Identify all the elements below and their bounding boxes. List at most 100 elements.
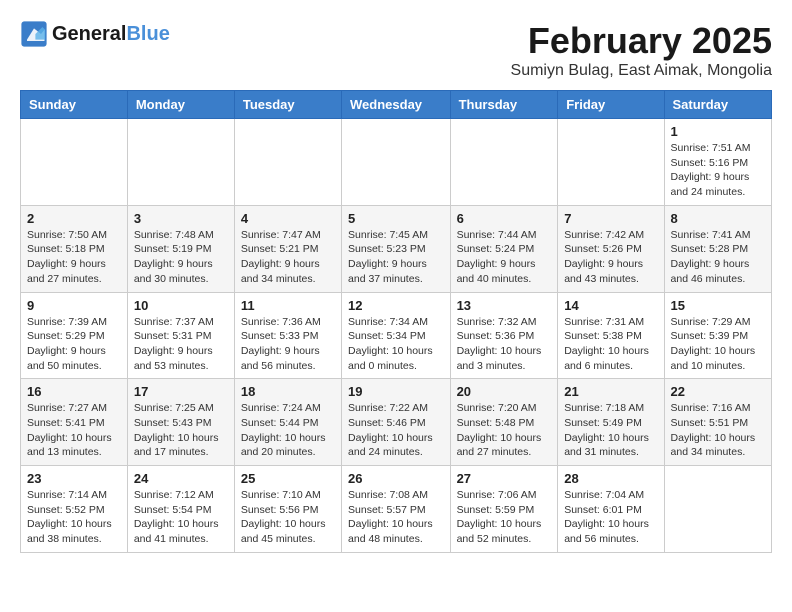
day-number: 1 <box>671 124 765 139</box>
day-cell: 9 Sunrise: 7:39 AM Sunset: 5:29 PM Daylig… <box>21 292 128 379</box>
logo-icon <box>20 20 48 48</box>
weekday-header-wednesday: Wednesday <box>342 91 451 119</box>
day-cell: 3 Sunrise: 7:48 AM Sunset: 5:19 PM Daylig… <box>127 205 234 292</box>
day-info: Sunrise: 7:04 AM Sunset: 6:01 PM Dayligh… <box>564 488 657 547</box>
day-cell: 4 Sunrise: 7:47 AM Sunset: 5:21 PM Daylig… <box>234 205 341 292</box>
day-info: Sunrise: 7:45 AM Sunset: 5:23 PM Dayligh… <box>348 228 444 287</box>
day-cell: 13Sunrise: 7:32 AM Sunset: 5:36 PM Dayli… <box>450 292 558 379</box>
day-number: 11 <box>241 298 335 313</box>
day-number: 7 <box>564 211 657 226</box>
day-cell: 1Sunrise: 7:51 AM Sunset: 5:16 PM Daylig… <box>664 119 771 206</box>
day-info: Sunrise: 7:16 AM Sunset: 5:51 PM Dayligh… <box>671 401 765 460</box>
day-cell: 18 Sunrise: 7:24 AM Sunset: 5:44 PM Dayli… <box>234 379 341 466</box>
day-cell: 24 Sunrise: 7:12 AM Sunset: 5:54 PM Dayli… <box>127 466 234 553</box>
day-info: Sunrise: 7:25 AM Sunset: 5:43 PM Dayligh… <box>134 401 228 460</box>
day-cell: 10 Sunrise: 7:37 AM Sunset: 5:31 PM Dayli… <box>127 292 234 379</box>
day-number: 25 <box>241 471 335 486</box>
day-info: Sunrise: 7:08 AM Sunset: 5:57 PM Dayligh… <box>348 488 444 547</box>
day-cell: 15 Sunrise: 7:29 AM Sunset: 5:39 PM Dayli… <box>664 292 771 379</box>
logo: GeneralBlue <box>20 20 170 48</box>
day-number: 16 <box>27 384 121 399</box>
logo-text: GeneralBlue <box>52 23 170 45</box>
day-number: 10 <box>134 298 228 313</box>
week-row-2: 2 Sunrise: 7:50 AM Sunset: 5:18 PM Daylig… <box>21 205 772 292</box>
day-info: Sunrise: 7:39 AM Sunset: 5:29 PM Dayligh… <box>27 315 121 374</box>
day-cell: 28Sunrise: 7:04 AM Sunset: 6:01 PM Dayli… <box>558 466 664 553</box>
day-cell: 11Sunrise: 7:36 AM Sunset: 5:33 PM Dayli… <box>234 292 341 379</box>
day-cell: 16 Sunrise: 7:27 AM Sunset: 5:41 PM Dayli… <box>21 379 128 466</box>
day-number: 15 <box>671 298 765 313</box>
day-number: 13 <box>457 298 552 313</box>
weekday-header-sunday: Sunday <box>21 91 128 119</box>
day-number: 24 <box>134 471 228 486</box>
day-info: Sunrise: 7:44 AM Sunset: 5:24 PM Dayligh… <box>457 228 552 287</box>
day-info: Sunrise: 7:42 AM Sunset: 5:26 PM Dayligh… <box>564 228 657 287</box>
day-cell: 14 Sunrise: 7:31 AM Sunset: 5:38 PM Dayli… <box>558 292 664 379</box>
day-number: 2 <box>27 211 121 226</box>
day-cell: 12Sunrise: 7:34 AM Sunset: 5:34 PM Dayli… <box>342 292 451 379</box>
day-number: 17 <box>134 384 228 399</box>
day-info: Sunrise: 7:29 AM Sunset: 5:39 PM Dayligh… <box>671 315 765 374</box>
day-number: 3 <box>134 211 228 226</box>
day-info: Sunrise: 7:12 AM Sunset: 5:54 PM Dayligh… <box>134 488 228 547</box>
day-number: 5 <box>348 211 444 226</box>
day-cell <box>664 466 771 553</box>
calendar-table: SundayMondayTuesdayWednesdayThursdayFrid… <box>20 90 772 553</box>
day-info: Sunrise: 7:22 AM Sunset: 5:46 PM Dayligh… <box>348 401 444 460</box>
weekday-header-saturday: Saturday <box>664 91 771 119</box>
day-info: Sunrise: 7:14 AM Sunset: 5:52 PM Dayligh… <box>27 488 121 547</box>
day-number: 4 <box>241 211 335 226</box>
day-number: 20 <box>457 384 552 399</box>
day-info: Sunrise: 7:27 AM Sunset: 5:41 PM Dayligh… <box>27 401 121 460</box>
day-cell: 23 Sunrise: 7:14 AM Sunset: 5:52 PM Dayli… <box>21 466 128 553</box>
day-number: 9 <box>27 298 121 313</box>
day-cell: 7 Sunrise: 7:42 AM Sunset: 5:26 PM Daylig… <box>558 205 664 292</box>
day-cell: 27 Sunrise: 7:06 AM Sunset: 5:59 PM Dayli… <box>450 466 558 553</box>
day-cell: 19 Sunrise: 7:22 AM Sunset: 5:46 PM Dayli… <box>342 379 451 466</box>
day-number: 6 <box>457 211 552 226</box>
title-block: February 2025 Sumiyn Bulag, East Aimak, … <box>511 20 772 80</box>
day-cell: 21 Sunrise: 7:18 AM Sunset: 5:49 PM Dayli… <box>558 379 664 466</box>
day-cell: 26 Sunrise: 7:08 AM Sunset: 5:57 PM Dayli… <box>342 466 451 553</box>
day-number: 21 <box>564 384 657 399</box>
weekday-header-friday: Friday <box>558 91 664 119</box>
header: GeneralBlue February 2025 Sumiyn Bulag, … <box>20 20 772 80</box>
day-number: 26 <box>348 471 444 486</box>
day-info: Sunrise: 7:41 AM Sunset: 5:28 PM Dayligh… <box>671 228 765 287</box>
day-cell: 5 Sunrise: 7:45 AM Sunset: 5:23 PM Daylig… <box>342 205 451 292</box>
day-info: Sunrise: 7:18 AM Sunset: 5:49 PM Dayligh… <box>564 401 657 460</box>
day-number: 18 <box>241 384 335 399</box>
day-number: 8 <box>671 211 765 226</box>
week-row-4: 16 Sunrise: 7:27 AM Sunset: 5:41 PM Dayli… <box>21 379 772 466</box>
day-info: Sunrise: 7:31 AM Sunset: 5:38 PM Dayligh… <box>564 315 657 374</box>
day-cell: 22 Sunrise: 7:16 AM Sunset: 5:51 PM Dayli… <box>664 379 771 466</box>
day-cell: 6 Sunrise: 7:44 AM Sunset: 5:24 PM Daylig… <box>450 205 558 292</box>
day-info: Sunrise: 7:37 AM Sunset: 5:31 PM Dayligh… <box>134 315 228 374</box>
day-cell: 8 Sunrise: 7:41 AM Sunset: 5:28 PM Daylig… <box>664 205 771 292</box>
day-number: 14 <box>564 298 657 313</box>
day-number: 27 <box>457 471 552 486</box>
week-row-3: 9 Sunrise: 7:39 AM Sunset: 5:29 PM Daylig… <box>21 292 772 379</box>
day-info: Sunrise: 7:20 AM Sunset: 5:48 PM Dayligh… <box>457 401 552 460</box>
location-title: Sumiyn Bulag, East Aimak, Mongolia <box>511 62 772 80</box>
weekday-header-thursday: Thursday <box>450 91 558 119</box>
day-info: Sunrise: 7:10 AM Sunset: 5:56 PM Dayligh… <box>241 488 335 547</box>
day-info: Sunrise: 7:47 AM Sunset: 5:21 PM Dayligh… <box>241 228 335 287</box>
day-number: 23 <box>27 471 121 486</box>
weekday-header-row: SundayMondayTuesdayWednesdayThursdayFrid… <box>21 91 772 119</box>
day-cell <box>450 119 558 206</box>
day-cell: 25 Sunrise: 7:10 AM Sunset: 5:56 PM Dayli… <box>234 466 341 553</box>
day-cell <box>127 119 234 206</box>
day-number: 12 <box>348 298 444 313</box>
day-cell <box>342 119 451 206</box>
day-info: Sunrise: 7:06 AM Sunset: 5:59 PM Dayligh… <box>457 488 552 547</box>
day-cell <box>21 119 128 206</box>
day-number: 19 <box>348 384 444 399</box>
weekday-header-tuesday: Tuesday <box>234 91 341 119</box>
day-number: 22 <box>671 384 765 399</box>
day-info: Sunrise: 7:50 AM Sunset: 5:18 PM Dayligh… <box>27 228 121 287</box>
day-cell: 20 Sunrise: 7:20 AM Sunset: 5:48 PM Dayli… <box>450 379 558 466</box>
day-info: Sunrise: 7:24 AM Sunset: 5:44 PM Dayligh… <box>241 401 335 460</box>
weekday-header-monday: Monday <box>127 91 234 119</box>
day-info: Sunrise: 7:48 AM Sunset: 5:19 PM Dayligh… <box>134 228 228 287</box>
